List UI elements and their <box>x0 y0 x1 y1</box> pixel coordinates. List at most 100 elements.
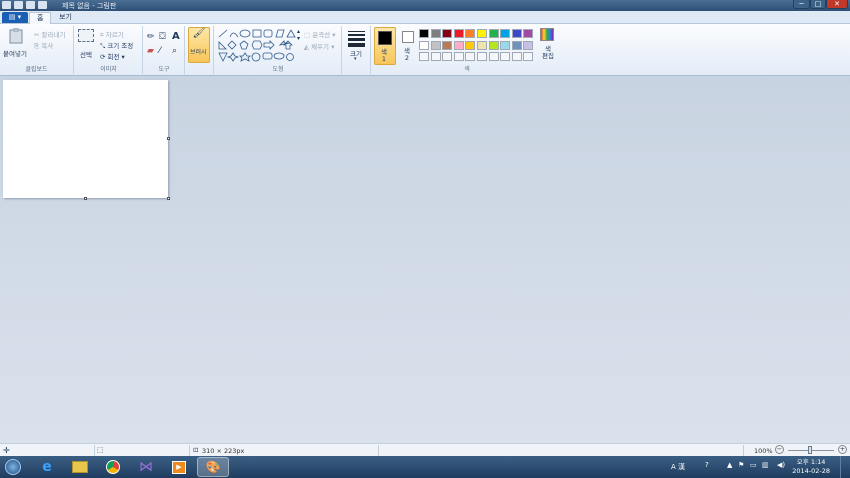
magnifier-icon[interactable]: ⌕ <box>172 46 177 56</box>
save-icon[interactable] <box>14 1 23 9</box>
app-icon[interactable] <box>2 1 11 9</box>
palette-color-swatch[interactable] <box>523 40 534 50</box>
text-icon[interactable]: A <box>172 31 180 42</box>
size-dropdown-icon: ▾ <box>354 56 357 62</box>
tab-home[interactable]: 홈 <box>29 12 52 24</box>
select-button[interactable]: 선택 <box>78 29 98 65</box>
palette-color-swatch[interactable] <box>488 52 499 61</box>
brush-icon: 🖌 <box>192 28 206 39</box>
color1-label: 색 1 <box>381 48 387 63</box>
redo-icon[interactable] <box>38 1 47 9</box>
taskbar-visual-studio[interactable]: ⋈ <box>130 457 162 477</box>
palette-color-swatch[interactable] <box>500 29 511 38</box>
shapes-gallery[interactable] <box>218 29 298 63</box>
palette-color-swatch[interactable] <box>442 52 453 61</box>
palette-color-swatch[interactable] <box>477 29 487 38</box>
drawing-canvas[interactable] <box>3 80 170 200</box>
palette-color-swatch[interactable] <box>511 29 522 38</box>
palette-color-swatch[interactable] <box>430 52 441 61</box>
rotate-button[interactable]: ⟳ 회전 ▾ <box>100 51 125 61</box>
clock[interactable]: 오후 1:14 2014-02-28 <box>792 458 830 476</box>
resize-button[interactable]: ⤡ 크기 조정 <box>100 40 133 51</box>
start-button[interactable] <box>2 457 24 477</box>
zoom-in-button[interactable]: + <box>838 445 847 454</box>
media-player-icon: ▶ <box>172 460 186 474</box>
color1-button[interactable]: 색 1 <box>374 27 396 65</box>
select-label: 선택 <box>80 51 92 59</box>
palette-color-swatch[interactable] <box>419 40 429 50</box>
palette-color-swatch[interactable] <box>453 29 464 38</box>
palette-color-swatch[interactable] <box>453 52 464 61</box>
network-icon[interactable]: ▥ <box>762 461 769 469</box>
paste-label: 붙여넣기 <box>3 50 27 58</box>
ime-indicator[interactable]: A 漢 <box>671 462 685 472</box>
taskbar-explorer[interactable] <box>64 457 96 477</box>
minimize-button[interactable]: ─ <box>793 0 810 9</box>
fill-button[interactable]: ◭ 채우기 ▾ <box>304 41 334 51</box>
paint-icon: 🎨 <box>205 460 221 474</box>
resize-handle-corner[interactable] <box>167 197 170 200</box>
palette-color-swatch[interactable] <box>500 52 511 61</box>
palette-color-swatch[interactable] <box>523 52 534 61</box>
palette-color-swatch[interactable] <box>477 52 487 61</box>
pencil-icon[interactable]: ✏ <box>147 32 155 42</box>
paste-button[interactable]: 붙여넣기 <box>3 28 29 64</box>
quick-access-toolbar <box>2 1 47 9</box>
copy-button[interactable]: ⎘ 복사 <box>34 40 53 51</box>
palette-color-swatch[interactable] <box>477 40 487 50</box>
palette-color-swatch[interactable] <box>511 52 522 61</box>
shapes-group: ▴ ▾ ⬚ 윤곽선 ▾ ◭ 채우기 ▾ 도형 <box>215 26 342 74</box>
size-group[interactable]: 크기 ▾ <box>343 26 371 74</box>
taskbar-ie[interactable]: e <box>31 457 63 477</box>
palette-color-swatch[interactable] <box>488 40 499 50</box>
undo-icon[interactable] <box>26 1 35 9</box>
window-title: 제목 없음 - 그림판 <box>62 2 117 10</box>
resize-handle-bottom[interactable] <box>84 197 87 200</box>
palette-color-swatch[interactable] <box>442 29 453 38</box>
palette-color-swatch[interactable] <box>419 29 429 38</box>
palette-color-swatch[interactable] <box>500 40 511 50</box>
color2-button[interactable]: 색 2 <box>399 27 419 65</box>
help-icon[interactable]: ? <box>705 461 709 469</box>
volume-icon[interactable]: ◀) <box>777 461 785 469</box>
palette-color-swatch[interactable] <box>419 52 429 61</box>
close-button[interactable]: ✕ <box>826 0 848 9</box>
palette-color-swatch[interactable] <box>465 29 476 38</box>
brushes-group: 🖌 브러시 <box>186 26 214 74</box>
palette-color-swatch[interactable] <box>511 40 522 50</box>
outline-button[interactable]: ⬚ 윤곽선 ▾ <box>304 29 336 39</box>
crop-button[interactable]: ⌗ 자르기 <box>100 29 124 40</box>
palette-color-swatch[interactable] <box>488 29 499 38</box>
show-hidden-icons[interactable]: ▲ <box>727 461 732 469</box>
taskbar-media-player[interactable]: ▶ <box>163 457 195 477</box>
palette-color-swatch[interactable] <box>430 29 441 38</box>
taskbar-paint[interactable]: 🎨 <box>197 457 229 477</box>
action-center-icon[interactable]: ⚑ <box>738 461 744 469</box>
color-picker-icon[interactable]: ⁄ <box>159 46 161 56</box>
palette-color-swatch[interactable] <box>430 40 441 50</box>
taskbar-chrome[interactable] <box>97 457 129 477</box>
cut-button[interactable]: ✂ 잘라내기 <box>34 29 65 39</box>
tools-group-label: 도구 <box>158 66 170 73</box>
edit-colors-button[interactable]: 색 편집 <box>538 28 556 64</box>
power-icon[interactable]: ▭ <box>750 461 757 469</box>
copy-label: 복사 <box>41 42 54 50</box>
shapes-scroll[interactable]: ▴ ▾ <box>297 28 300 42</box>
tab-view[interactable]: 보기 <box>52 12 79 24</box>
fill-icon[interactable]: ⛋ <box>159 32 166 42</box>
palette-color-swatch[interactable] <box>523 29 534 38</box>
show-desktop-button[interactable] <box>840 456 850 478</box>
palette-color-swatch[interactable] <box>442 40 453 50</box>
resize-handle-right[interactable] <box>167 137 170 140</box>
brushes-button[interactable]: 🖌 브러시 <box>188 27 210 63</box>
zoom-out-button[interactable]: − <box>775 445 784 454</box>
eraser-icon[interactable]: ▰ <box>147 46 154 56</box>
paint-menu-button[interactable]: ▤ ▾ <box>2 12 28 23</box>
palette-color-swatch[interactable] <box>465 52 476 61</box>
clipboard-group-label: 클립보드 <box>25 66 48 73</box>
taskbar: e ⋈ ▶ 🎨 A 漢 ? ▲ ⚑ ▭ ▥ ◀) 오후 1:14 2014-02… <box>0 456 850 478</box>
palette-color-swatch[interactable] <box>465 40 476 50</box>
maximize-button[interactable]: □ <box>810 0 826 9</box>
palette-color-swatch[interactable] <box>453 40 464 50</box>
zoom-slider-thumb[interactable] <box>808 446 812 454</box>
